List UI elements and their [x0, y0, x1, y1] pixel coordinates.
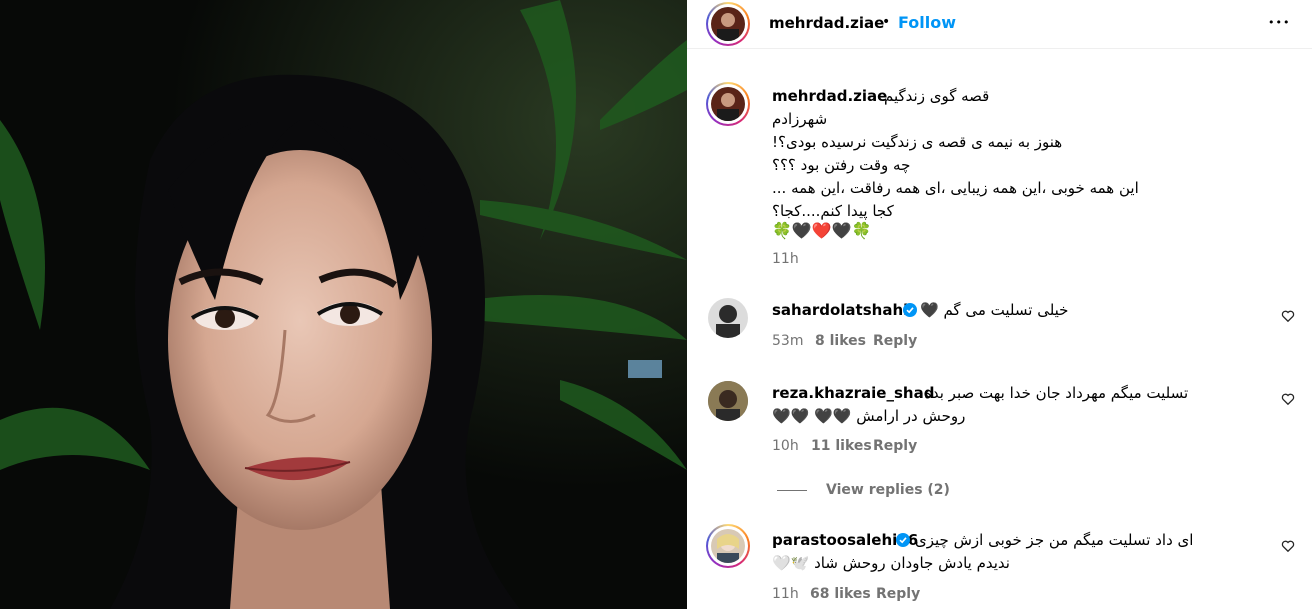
comment-text: تسلیت میگم مهرداد جان خدا بهت صبر بده	[924, 384, 1189, 402]
caption-line: هنوز به نیمه ی قصه ی زندگیت نرسیده بودی؟…	[772, 133, 1063, 151]
commenter-avatar[interactable]	[708, 381, 748, 421]
caption-username[interactable]: mehrdad.ziae	[772, 87, 887, 105]
author-username[interactable]: mehrdad.ziae	[769, 14, 884, 32]
separator-dot: •	[882, 14, 891, 30]
comment-text: ای داد تسلیت میگم من جز خوبی ازش چیزی	[915, 531, 1194, 549]
verified-badge-icon	[896, 533, 910, 547]
reply-button[interactable]: Reply	[873, 438, 917, 454]
commenter-username[interactable]: sahardolatshahi	[772, 301, 908, 319]
comment-time[interactable]: 10h	[772, 438, 799, 454]
caption-time[interactable]: 11h	[772, 251, 799, 267]
avatar	[711, 7, 745, 41]
commenter-story-ring[interactable]	[706, 524, 750, 568]
view-replies-button[interactable]: View replies (2)	[826, 482, 950, 498]
caption-emoji-line: 🍀🖤❤️🖤🍀	[772, 221, 872, 240]
comment-time[interactable]: 11h	[772, 586, 799, 602]
reply-button[interactable]: Reply	[876, 586, 920, 602]
comment-text: خیلی تسلیت می گم 🖤	[920, 301, 1069, 319]
like-heart-icon[interactable]	[1281, 392, 1295, 406]
follow-button[interactable]: Follow	[898, 13, 956, 32]
portrait-image	[0, 0, 687, 609]
comment-time[interactable]: 53m	[772, 333, 803, 349]
caption-line: این همه خوبی ،این همه زیبایی ،ای همه رفا…	[772, 179, 1139, 197]
comment-likes[interactable]: 68 likes	[810, 586, 871, 602]
comment-likes[interactable]: 8 likes	[815, 333, 866, 349]
comment-text: ندیدم یادش جاودان روحش شاد 🕊️🤍	[772, 554, 1010, 572]
commenter-avatar[interactable]	[708, 298, 748, 338]
like-heart-icon[interactable]	[1281, 309, 1295, 323]
more-options-icon[interactable]: •••	[1268, 16, 1290, 29]
caption-line: قصه گوی زندگیم	[884, 87, 990, 105]
post-photo[interactable]	[0, 0, 687, 609]
post-detail-panel: mehrdad.ziae • Follow ••• mehrdad.ziae ق…	[687, 0, 1312, 609]
avatar	[711, 87, 745, 121]
story-ring[interactable]	[706, 2, 750, 46]
caption-line: شهرزادم	[772, 110, 828, 128]
view-replies-divider	[777, 490, 807, 491]
commenter-username[interactable]: reza.khazraie_shad	[772, 384, 934, 402]
commenter-avatar	[711, 529, 745, 563]
caption-line: چه وقت رفتن بود ؟؟؟	[772, 156, 911, 174]
like-heart-icon[interactable]	[1281, 539, 1295, 553]
post-header: mehrdad.ziae • Follow •••	[687, 0, 1312, 49]
comment-likes[interactable]: 11 likes	[811, 438, 872, 454]
comment-text: روحش در ارامش 🖤🖤 🖤🖤	[772, 407, 966, 425]
caption-avatar-ring[interactable]	[706, 82, 750, 126]
reply-button[interactable]: Reply	[873, 333, 917, 349]
verified-badge-icon	[903, 303, 917, 317]
